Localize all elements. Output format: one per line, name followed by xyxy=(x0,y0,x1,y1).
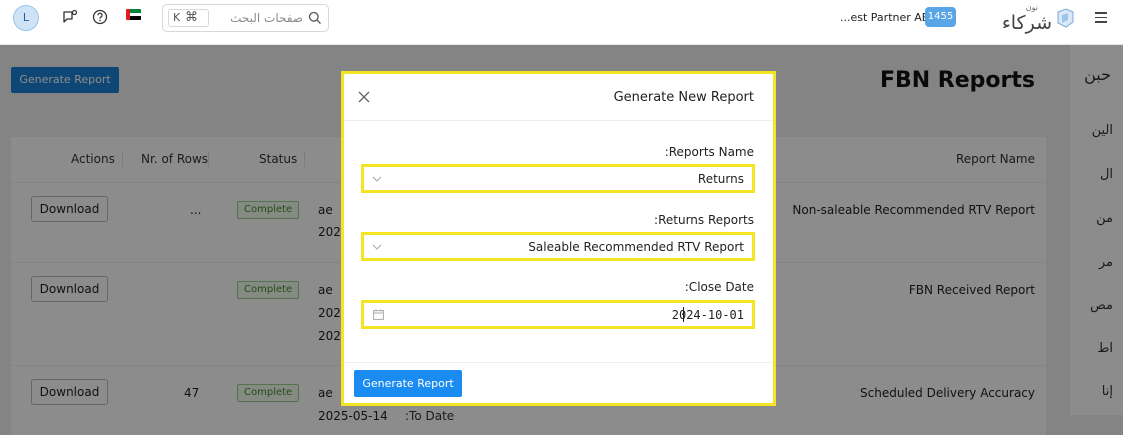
dialog-header: Generate New Report xyxy=(344,74,773,121)
command-key-icon: ⌘ xyxy=(185,10,198,25)
returns-reports-label: :Returns Reports xyxy=(654,213,754,227)
dialog-title: Generate New Report xyxy=(613,90,754,105)
search-placeholder[interactable]: صفحات البحث xyxy=(230,11,303,25)
search-box[interactable]: K ⌘ صفحات البحث xyxy=(162,4,329,32)
calendar-icon[interactable] xyxy=(373,309,384,320)
returns-reports-select[interactable]: Saleable Recommended RTV Report xyxy=(361,232,755,261)
reports-name-label: :Reports Name xyxy=(664,145,754,159)
uae-flag-icon[interactable] xyxy=(126,9,141,20)
chevron-down-icon xyxy=(372,244,382,250)
shortcut-hint: K ⌘ xyxy=(168,9,209,27)
logo[interactable]: نون شركاء xyxy=(988,3,1074,34)
generate-report-submit-button[interactable]: Generate Report xyxy=(354,370,462,397)
avatar[interactable]: L xyxy=(13,5,39,31)
feedback-icon[interactable] xyxy=(62,9,78,25)
chevron-down-icon xyxy=(372,176,382,182)
top-bar: L K ⌘ صفحات البحث ...est Partner AE 1455… xyxy=(0,0,1123,45)
generate-report-dialog: Generate New Report :Reports Name Return… xyxy=(341,71,776,406)
logo-mark-icon xyxy=(1057,8,1074,28)
close-icon[interactable] xyxy=(358,91,370,103)
partner-id-badge: 1455 xyxy=(925,7,956,27)
reports-name-select[interactable]: Returns xyxy=(361,164,755,193)
search-icon xyxy=(308,11,322,28)
help-icon[interactable] xyxy=(92,9,108,25)
close-date-input[interactable]: 2024-10-01 xyxy=(361,300,755,329)
menu-icon[interactable] xyxy=(1095,12,1107,23)
close-date-label: :Close Date xyxy=(684,280,754,294)
partner-name[interactable]: ...est Partner AE xyxy=(840,11,929,24)
